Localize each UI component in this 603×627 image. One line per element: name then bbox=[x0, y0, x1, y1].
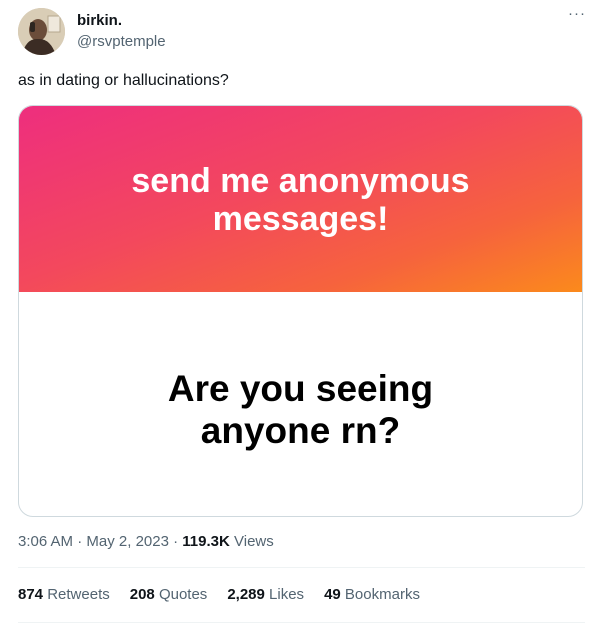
retweets-count: 874 bbox=[18, 586, 44, 603]
likes-label: Likes bbox=[269, 586, 305, 603]
card-header-text: send me anonymous messages! bbox=[19, 162, 582, 238]
likes-count: 2,289 bbox=[227, 586, 265, 603]
quotes-stat[interactable]: 208 Quotes bbox=[130, 586, 208, 603]
quotes-label: Quotes bbox=[158, 586, 208, 603]
meta-separator: · bbox=[77, 533, 83, 550]
bookmarks-stat[interactable]: 49 Bookmarks bbox=[324, 586, 420, 603]
tweet-text: as in dating or hallucinations? bbox=[18, 72, 229, 89]
author-handle[interactable]: @rsvptemple bbox=[77, 33, 166, 50]
avatar-image bbox=[18, 8, 65, 55]
meta-separator: · bbox=[173, 533, 179, 550]
views-count: 119.3K bbox=[182, 533, 230, 550]
bookmarks-count: 49 bbox=[324, 586, 341, 603]
retweets-stat[interactable]: 874 Retweets bbox=[18, 586, 110, 603]
card-question-line-2: anyone rn? bbox=[200, 410, 401, 451]
quotes-count: 208 bbox=[129, 586, 155, 603]
author-name[interactable]: birkin. bbox=[77, 12, 122, 29]
divider bbox=[18, 622, 585, 623]
card-gradient-header: send me anonymous messages! bbox=[19, 106, 582, 292]
media-card[interactable]: send me anonymous messages! Are you seei… bbox=[18, 105, 583, 517]
card-header-line-1: send me anonymous bbox=[131, 162, 470, 200]
card-question-text: Are you seeing anyone rn? bbox=[19, 368, 582, 452]
divider bbox=[18, 567, 585, 568]
engagement-stats: 874 Retweets 208 Quotes 2,289 Likes 49 B… bbox=[18, 586, 420, 603]
tweet-time[interactable]: 3:06 AM bbox=[18, 533, 73, 550]
bookmarks-label: Bookmarks bbox=[344, 586, 420, 603]
tweet-date[interactable]: May 2, 2023 bbox=[86, 533, 169, 550]
tweet-meta: 3:06 AM · May 2, 2023 · 119.3K Views bbox=[18, 533, 274, 550]
retweets-label: Retweets bbox=[47, 586, 110, 603]
views-label: Views bbox=[234, 533, 274, 550]
tweet-header: birkin. @rsvptemple ··· bbox=[18, 6, 588, 58]
avatar[interactable] bbox=[18, 8, 65, 55]
likes-stat[interactable]: 2,289 Likes bbox=[227, 586, 304, 603]
card-header-line-2: messages! bbox=[212, 200, 389, 238]
card-question-line-1: Are you seeing bbox=[167, 368, 434, 409]
more-options-icon[interactable]: ··· bbox=[566, 6, 588, 26]
